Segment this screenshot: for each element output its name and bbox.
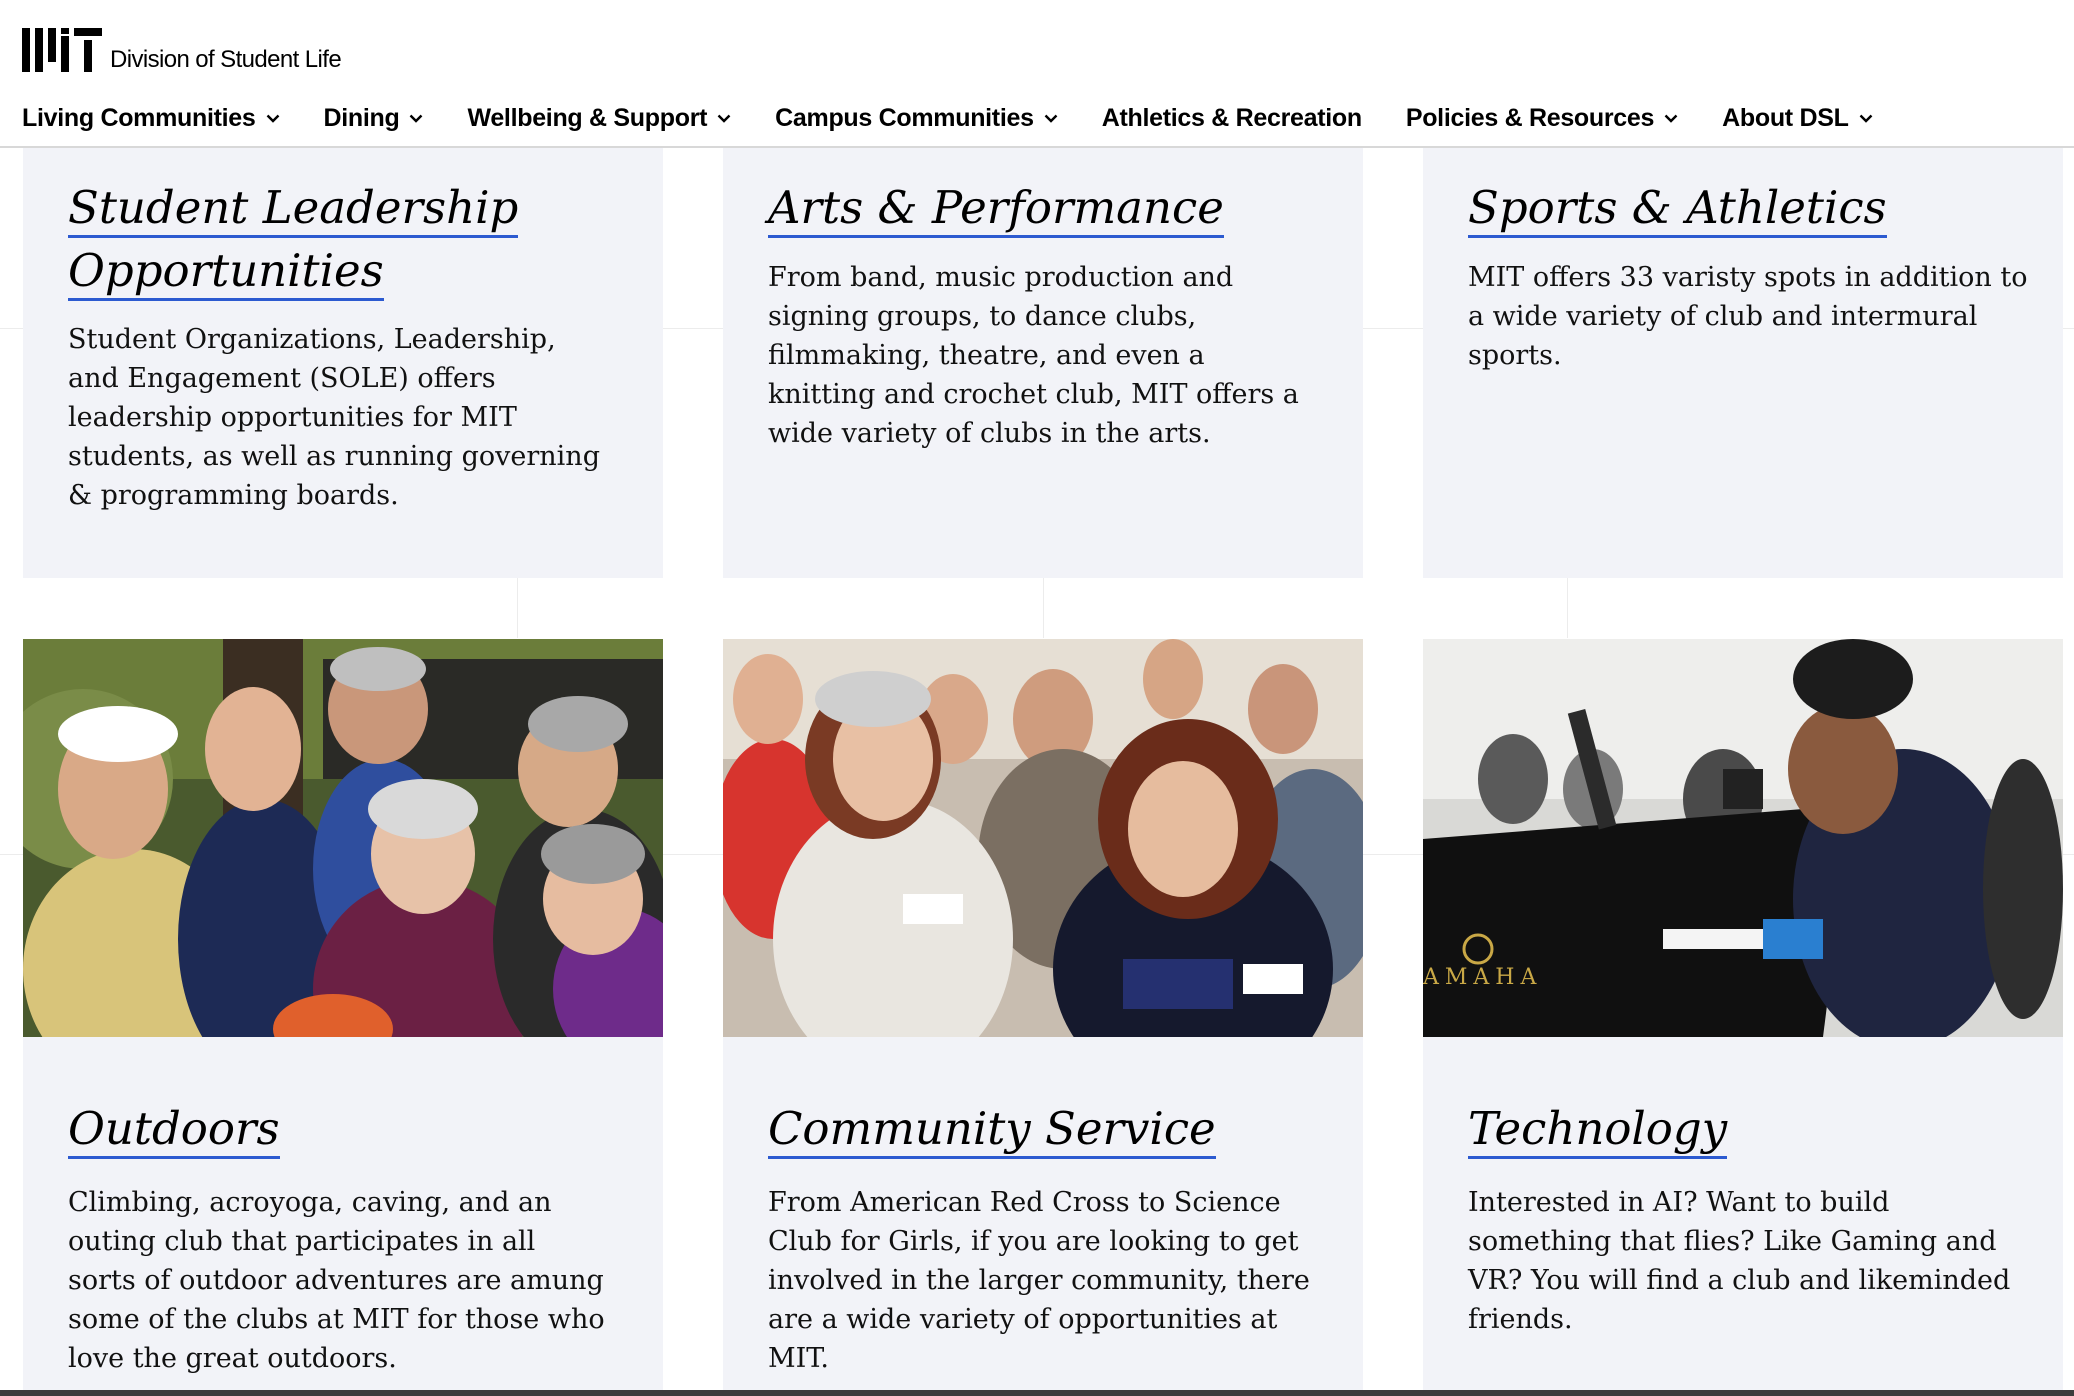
technology-photo-illustration: AMAHA <box>1423 639 2063 1037</box>
nav-label: Policies & Resources <box>1405 103 1655 132</box>
card-title-link[interactable]: Arts & Performance <box>768 176 1224 239</box>
nav-campus-communities[interactable]: Campus Communities <box>775 104 1058 133</box>
card-title-line: Community Service <box>768 1102 1216 1159</box>
card-title-link[interactable]: Technology <box>1468 1097 1728 1160</box>
card-description: Student Organizations, Leadership, and E… <box>68 324 600 511</box>
technology-photo[interactable]: AMAHA <box>1423 639 2063 1037</box>
card-sports-athletics: Sports & Athletics MIT offers 33 varisty… <box>1423 146 2063 578</box>
nav-label: Living Communities <box>22 103 256 132</box>
grid-line <box>1043 578 1044 638</box>
card-description: Climbing, acroyoga, caving, and an outin… <box>68 1187 605 1374</box>
card-outdoors: Outdoors Climbing, acroyoga, caving, and… <box>23 1037 663 1396</box>
piano-brand-text: AMAHA <box>1423 965 1542 990</box>
chevron-down-icon <box>1044 114 1058 123</box>
community-service-photo[interactable] <box>723 639 1363 1037</box>
nav-label: Campus Communities <box>775 103 1034 132</box>
card-student-leadership: Student Leadership Opportunities Student… <box>23 146 663 578</box>
grid-line <box>1567 578 1568 638</box>
card-description: Interested in AI? Want to build somethin… <box>1468 1187 2011 1335</box>
card-title-link[interactable]: Community Service <box>768 1097 1216 1160</box>
card-title-line: Opportunities <box>68 244 384 301</box>
nav-label: Dining <box>323 103 400 132</box>
community-photo-illustration <box>723 639 1363 1037</box>
nav-living-communities[interactable]: Living Communities <box>22 104 280 133</box>
site-header: Division of Student Life Living Communit… <box>0 0 2074 148</box>
site-name: Division of Student Life <box>110 46 342 73</box>
chevron-down-icon <box>717 114 731 123</box>
card-title-line: Outdoors <box>68 1102 280 1159</box>
nav-label: Wellbeing & Support <box>467 103 708 132</box>
card-title-line: Sports & Athletics <box>1468 181 1887 238</box>
site-logo[interactable]: Division of Student Life <box>22 28 342 73</box>
grid-line <box>517 578 518 638</box>
chevron-down-icon <box>266 114 279 123</box>
nav-athletics-recreation[interactable]: Athletics & Recreation <box>1102 104 1362 133</box>
card-title-link[interactable]: Student Leadership Opportunities <box>68 176 519 302</box>
card-community-service: Community Service From American Red Cros… <box>723 1037 1363 1396</box>
nav-about-dsl[interactable]: About DSL <box>1722 104 1872 133</box>
card-title-line: Arts & Performance <box>768 181 1224 238</box>
card-description: MIT offers 33 varisty spots in addition … <box>1468 262 2028 371</box>
nav-label: About DSL <box>1722 103 1849 132</box>
main-nav: Living Communities Dining Wellbeing & Su… <box>22 100 1917 136</box>
nav-label: Athletics & Recreation <box>1101 103 1362 132</box>
card-description: From band, music production and signing … <box>768 262 1299 449</box>
chevron-down-icon <box>410 114 423 123</box>
outdoors-club-photo[interactable] <box>23 639 663 1037</box>
nav-wellbeing-support[interactable]: Wellbeing & Support <box>467 104 731 133</box>
outdoors-photo-illustration <box>23 639 663 1037</box>
card-description: From American Red Cross to Science Club … <box>768 1187 1310 1374</box>
card-title-link[interactable]: Sports & Athletics <box>1468 176 1887 239</box>
chevron-down-icon <box>1664 114 1678 123</box>
card-title-line: Technology <box>1468 1102 1728 1159</box>
nav-dining[interactable]: Dining <box>324 104 424 133</box>
nav-policies-resources[interactable]: Policies & Resources <box>1406 104 1678 133</box>
chevron-down-icon <box>1859 114 1872 123</box>
card-title-link[interactable]: Outdoors <box>68 1097 280 1160</box>
mit-logo-icon <box>22 28 102 72</box>
card-title-line: Student Leadership <box>68 181 519 238</box>
card-technology: Technology Interested in AI? Want to bui… <box>1423 1037 2063 1396</box>
card-arts-performance: Arts & Performance From band, music prod… <box>723 146 1363 578</box>
window-bottom-edge <box>0 1390 2074 1396</box>
